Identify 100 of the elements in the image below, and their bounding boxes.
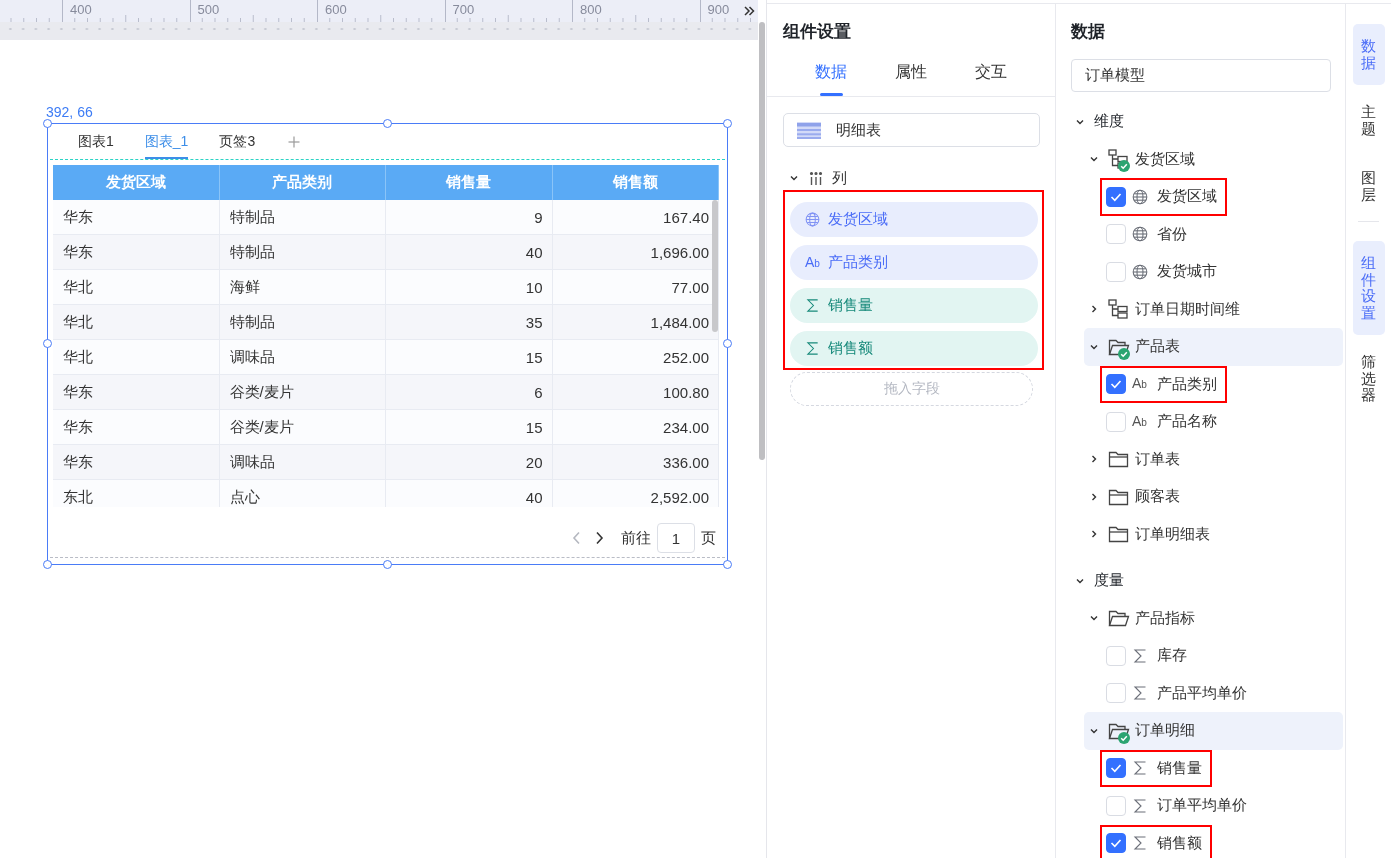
sigma-icon (805, 341, 820, 356)
table-cell: 2,592.00 (552, 480, 719, 507)
model-select[interactable]: 订单模型 (1071, 59, 1331, 92)
widget-tab[interactable]: 图表1 (78, 124, 114, 159)
columns-icon (809, 170, 823, 186)
tree-item[interactable]: 订单明细 (1084, 712, 1343, 750)
resize-handle[interactable] (43, 339, 52, 348)
double-chevron-icon[interactable] (743, 5, 755, 17)
sigma-icon (1132, 797, 1148, 814)
side-tab[interactable]: 数据 (1352, 24, 1385, 85)
chevron-down-icon[interactable] (1090, 726, 1098, 735)
tree-section[interactable]: 度量 (1056, 562, 1124, 600)
field-label[interactable]: 销售额 (1157, 833, 1202, 853)
resize-handle[interactable] (723, 119, 732, 128)
field-chip[interactable]: 发货区域 (790, 202, 1038, 237)
page-suffix-label: 页 (701, 528, 716, 548)
ruler-label: 400 (70, 2, 92, 17)
ruler-label: 800 (580, 2, 602, 17)
resize-handle[interactable] (723, 339, 732, 348)
folder-icon (1108, 524, 1130, 545)
tree-item[interactable]: 顾客表 (1084, 478, 1343, 516)
panel-title: 组件设置 (783, 21, 851, 43)
tree-item[interactable]: 订单日期时间维 (1084, 290, 1343, 328)
ruler-label: 600 (325, 2, 347, 17)
check-icon (1110, 763, 1122, 774)
chevron-right-icon[interactable] (1090, 492, 1098, 501)
check-icon (1110, 379, 1122, 390)
tree-item[interactable]: 产品指标 (1084, 599, 1343, 637)
ruler-label: 700 (452, 2, 475, 17)
checkbox[interactable] (1106, 186, 1126, 207)
goto-label: 前往 (621, 528, 651, 548)
field-label[interactable]: 省份 (1157, 224, 1187, 244)
chevron-down-icon[interactable] (1076, 117, 1084, 126)
tree-item[interactable]: 订单明细表 (1084, 515, 1343, 553)
globe-icon (805, 212, 820, 227)
check-icon (1110, 838, 1122, 849)
resize-handle[interactable] (43, 119, 52, 128)
table-cell: 点心 (219, 480, 386, 507)
settings-tab[interactable]: 数据 (791, 52, 871, 96)
sigma-icon (1132, 835, 1148, 852)
tree-section[interactable]: 维度 (1056, 103, 1124, 141)
chevron-down-icon[interactable] (1076, 576, 1084, 585)
side-tab[interactable]: 主题 (1352, 90, 1385, 151)
chevron-down-icon[interactable] (1090, 614, 1098, 623)
field-label[interactable]: 销售量 (1157, 758, 1202, 778)
open-folder-icon (1108, 608, 1130, 629)
chevron-right-icon[interactable] (594, 531, 604, 545)
checkbox[interactable] (1106, 374, 1126, 395)
resize-handle[interactable] (382, 560, 392, 569)
hierarchy-icon (1108, 149, 1130, 170)
table-icon (797, 121, 821, 139)
globe-icon (1132, 263, 1148, 280)
page-input[interactable]: 1 (657, 523, 695, 553)
field-chip[interactable]: 销售量 (790, 288, 1038, 323)
resize-handle[interactable] (43, 560, 52, 569)
chevron-down-icon[interactable] (1090, 342, 1098, 351)
folder-icon (1108, 449, 1130, 470)
table-cell: 40 (386, 480, 553, 507)
field-label[interactable]: 订单平均单价 (1157, 796, 1247, 816)
chevron-down-icon[interactable] (790, 174, 798, 182)
settings-tab[interactable]: 属性 (871, 52, 951, 96)
field-label[interactable]: 产品类别 (1157, 374, 1217, 394)
scrollbar-thumb[interactable] (712, 200, 718, 332)
sigma-icon (1132, 685, 1148, 702)
chevron-down-icon[interactable] (1090, 155, 1098, 164)
settings-tab[interactable]: 交互 (951, 52, 1031, 96)
side-tab[interactable]: 筛选器 (1352, 340, 1385, 418)
position-label: 392, 66 (46, 104, 93, 121)
tree-item[interactable]: 产品表 (1084, 328, 1343, 366)
resize-handle[interactable] (723, 560, 732, 569)
tree-item[interactable]: 发货区域 (1084, 140, 1343, 178)
field-chip[interactable]: 销售额 (790, 331, 1038, 366)
scrollbar-thumb[interactable] (759, 22, 765, 460)
checkbox[interactable] (1106, 758, 1126, 779)
chevron-right-icon[interactable] (1090, 530, 1098, 539)
section-header[interactable]: 列 (767, 169, 847, 187)
chevron-right-icon[interactable] (1090, 305, 1098, 314)
widget-tab[interactable]: 图表_1 (144, 124, 189, 159)
ruler-label: 900 (707, 2, 730, 17)
tree-item[interactable]: 订单表 (1084, 440, 1343, 478)
chevron-right-icon[interactable] (1090, 455, 1098, 464)
checkbox[interactable] (1106, 833, 1126, 854)
field-label[interactable]: 产品名称 (1157, 412, 1217, 432)
side-tab[interactable]: 图层 (1352, 156, 1385, 217)
resize-handle[interactable] (382, 119, 392, 128)
panel-title: 数据 (1071, 21, 1105, 43)
field-label[interactable]: 发货城市 (1157, 262, 1217, 282)
field-label[interactable]: 产品平均单价 (1157, 683, 1247, 703)
plus-icon[interactable] (288, 135, 301, 148)
table-cell: 东北 (53, 480, 220, 507)
side-tab[interactable]: 组件设置 (1352, 241, 1385, 335)
sigma-icon (805, 298, 820, 313)
widget-tab[interactable]: 页签3 (219, 124, 256, 159)
globe-icon (1132, 226, 1148, 243)
sigma-icon (1132, 647, 1148, 664)
check-icon (1110, 191, 1122, 202)
globe-icon (1132, 188, 1148, 205)
chart-type-selector[interactable]: 明细表 (783, 113, 1040, 147)
field-label[interactable]: 库存 (1157, 646, 1187, 666)
field-label[interactable]: 发货区域 (1157, 187, 1217, 207)
